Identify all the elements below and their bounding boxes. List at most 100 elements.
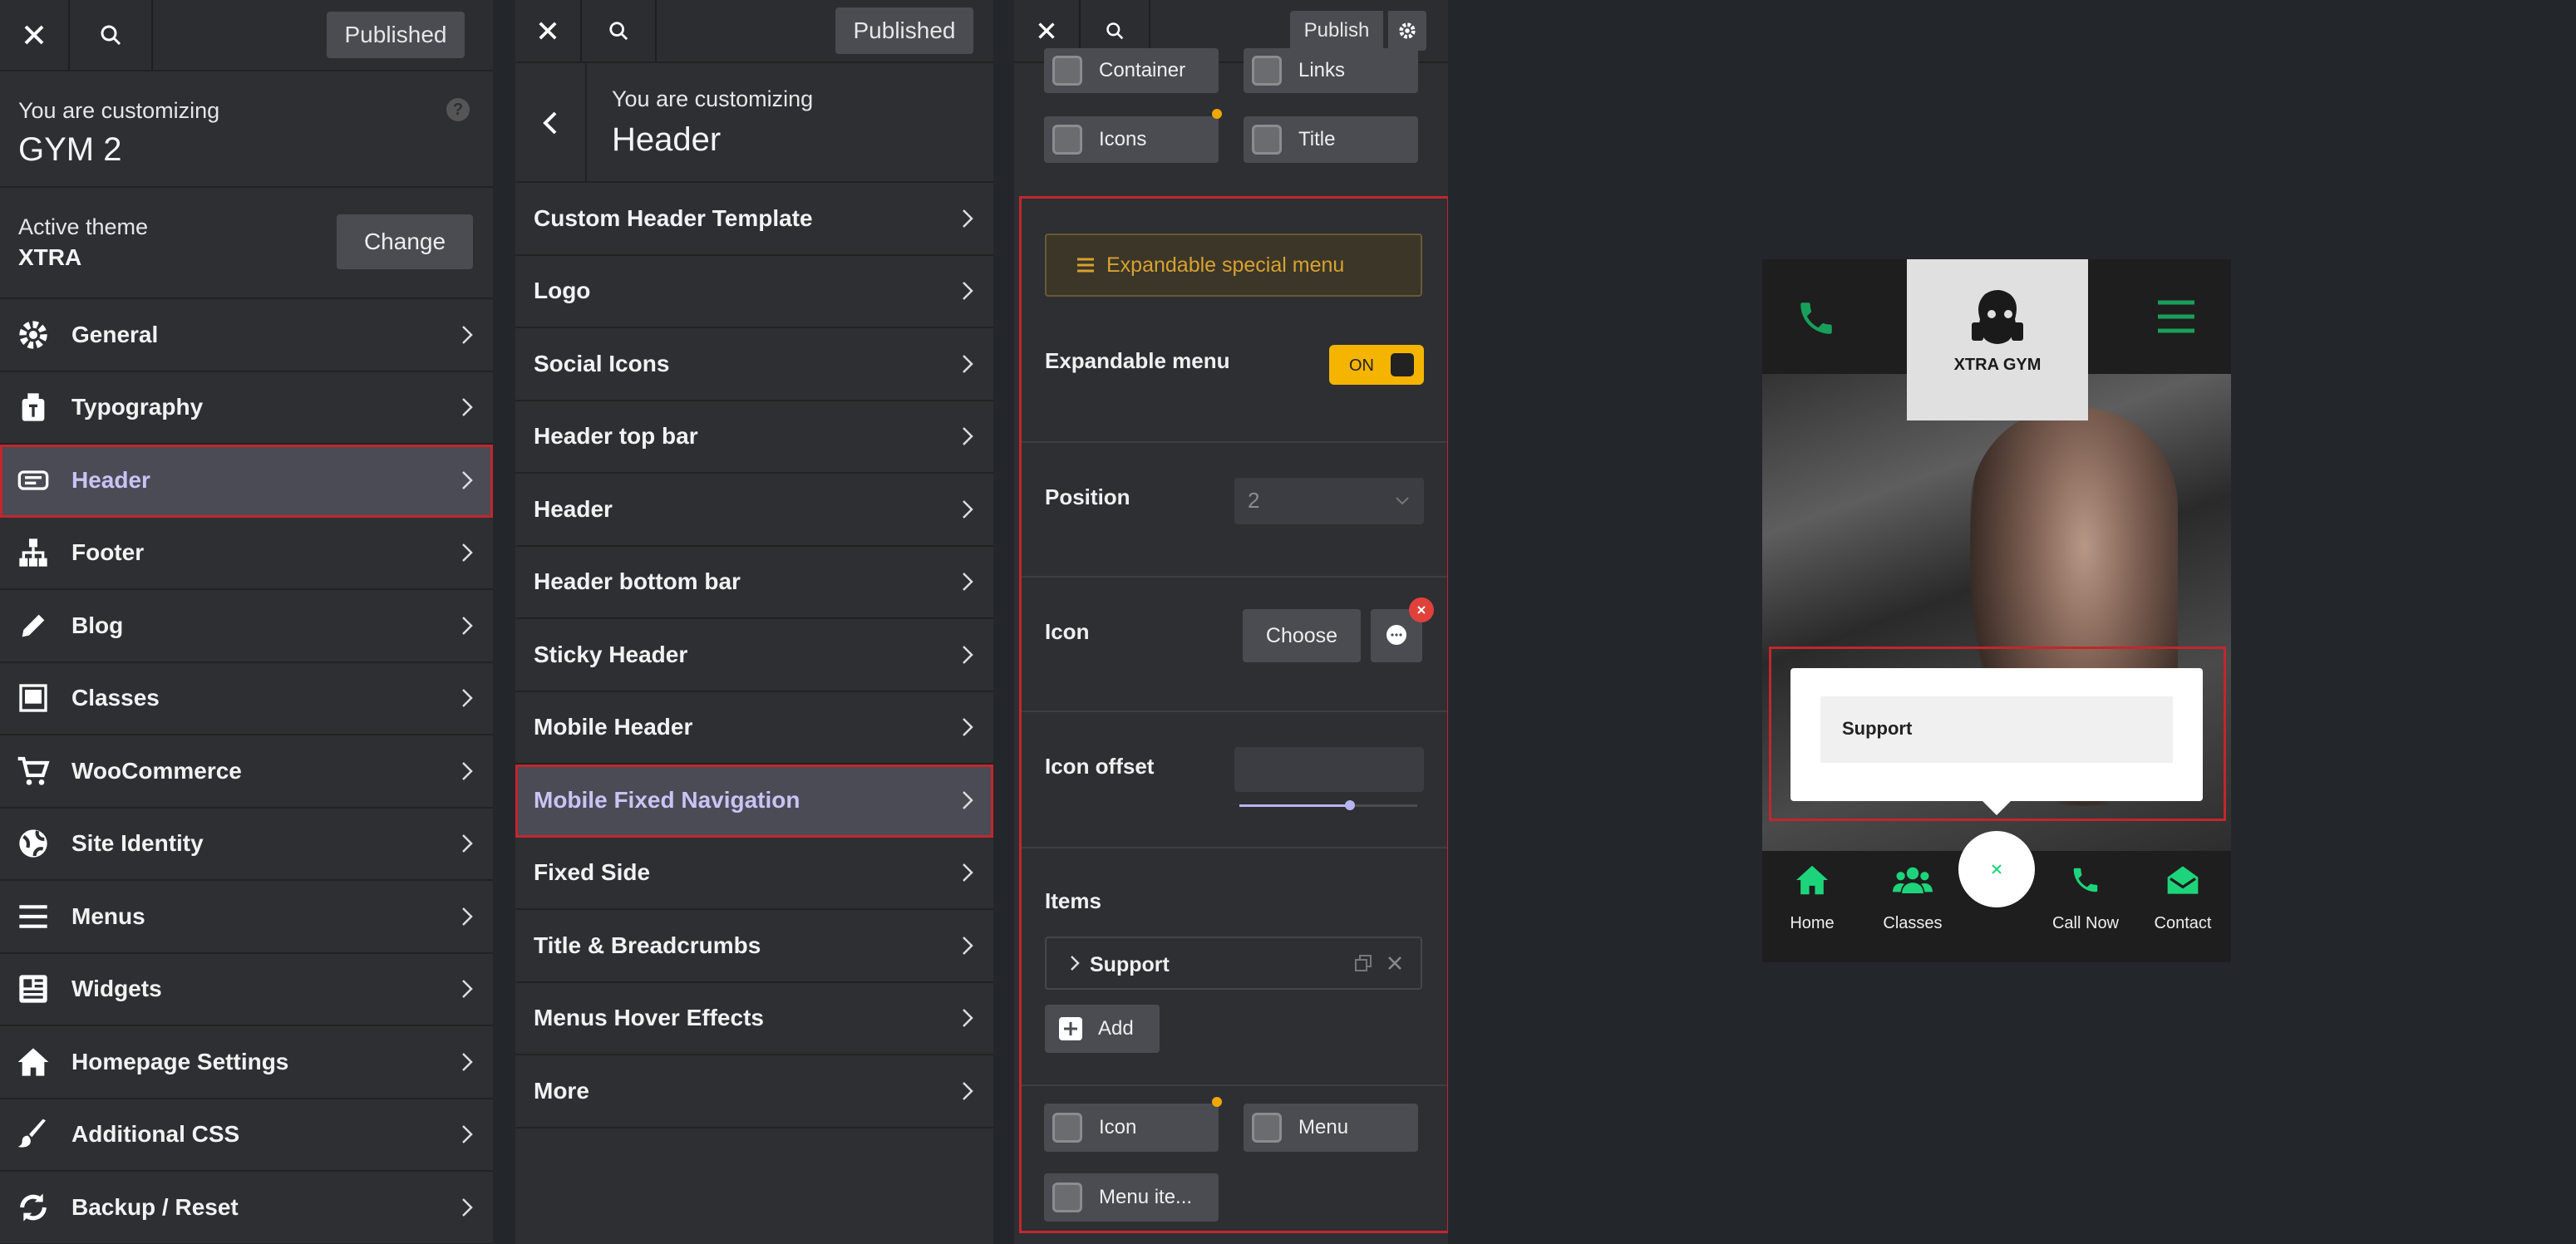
subsection-item-sticky-header[interactable]: Sticky Header <box>515 619 993 692</box>
section-item-menus[interactable]: Menus <box>0 881 493 954</box>
subsection-item-mobile-header[interactable]: Mobile Header <box>515 692 993 765</box>
nav-contact[interactable]: Contact <box>2141 864 2224 933</box>
fab-close-button[interactable] <box>1958 831 2035 907</box>
subsection-item-fixed-side[interactable]: Fixed Side <box>515 838 993 910</box>
position-select[interactable]: 2 <box>1234 478 1424 524</box>
support-menu-item[interactable]: Support <box>1820 696 2173 763</box>
phone-icon[interactable] <box>1795 297 1837 339</box>
subsection-item-header-bottom-bar[interactable]: Header bottom bar <box>515 547 993 619</box>
section-item-site-identity[interactable]: Site Identity <box>0 809 493 881</box>
chevron-wrap <box>461 470 473 490</box>
chevron-right-icon <box>963 936 973 955</box>
menu-checkbox[interactable]: Menu <box>1244 1104 1418 1152</box>
logo-box[interactable]: XTRA GYM <box>1907 259 2088 420</box>
nav-classes[interactable]: Classes <box>1867 864 1958 933</box>
container-checkbox[interactable]: Container <box>1044 48 1219 93</box>
change-theme-button[interactable]: Change <box>337 214 473 269</box>
section-item-additional-css[interactable]: Additional CSS <box>0 1099 493 1172</box>
help-icon[interactable]: ? <box>446 98 470 121</box>
menu-lines-icon <box>1077 258 1094 273</box>
icon-offset-slider[interactable] <box>1239 799 1417 812</box>
highlighted-settings-group: Expandable special menu Expandable menu … <box>1019 196 1448 1233</box>
section-item-typography[interactable]: Typography <box>0 372 493 445</box>
item-name: Support <box>1090 953 1170 976</box>
chevron-left-icon <box>543 111 557 135</box>
chevron-right-icon <box>462 470 473 489</box>
chevron-right-icon <box>462 834 473 853</box>
mobile-preview: XTRA GYM Support Home Classes Call Now C… <box>1762 259 2231 962</box>
expandable-menu-toggle[interactable]: ON <box>1329 345 1424 385</box>
container-label: Container <box>1099 59 1186 81</box>
add-item-button[interactable]: Add <box>1045 1005 1160 1053</box>
cart-icon <box>17 756 50 785</box>
subsection-item-custom-header-template[interactable]: Custom Header Template <box>515 183 993 256</box>
chevron-wrap <box>962 426 973 446</box>
site-name: GYM 2 <box>18 131 122 168</box>
icon-checkbox[interactable]: Icon <box>1044 1104 1219 1152</box>
menu-items-checkbox[interactable]: Menu ite... <box>1044 1173 1219 1222</box>
slider-handle[interactable] <box>1344 800 1355 810</box>
subsection-item-logo[interactable]: Logo <box>515 256 993 328</box>
title-checkbox[interactable]: Title <box>1244 116 1418 163</box>
subsection-item-header[interactable]: Header <box>515 474 993 547</box>
links-checkbox[interactable]: Links <box>1244 48 1418 93</box>
section-item-homepage-settings[interactable]: Homepage Settings <box>0 1026 493 1099</box>
item-row-support[interactable]: Support <box>1045 937 1422 990</box>
section-item-label: Backup / Reset <box>71 1193 239 1220</box>
section-list: General Typography Header Footer Blog Classes… <box>0 299 493 1244</box>
add-label: Add <box>1098 1017 1134 1040</box>
close-icon <box>24 25 44 45</box>
icon-offset-input[interactable] <box>1234 747 1424 792</box>
section-item-label: Blog <box>71 612 124 638</box>
subsection-item-more[interactable]: More <box>515 1055 993 1128</box>
settings-button[interactable] <box>1387 11 1426 51</box>
chevron-right-icon <box>462 980 473 999</box>
section-item-classes[interactable]: Classes <box>0 663 493 735</box>
search-button[interactable] <box>582 0 657 62</box>
choose-icon-button[interactable]: Choose <box>1243 609 1361 662</box>
published-button[interactable]: Published <box>327 12 465 58</box>
close-icon[interactable] <box>1387 956 1402 971</box>
section-header: You are customizing Header <box>515 63 993 183</box>
subsection-item-mobile-fixed-navigation[interactable]: Mobile Fixed Navigation <box>515 765 993 838</box>
chevron-right-icon <box>462 325 473 344</box>
chevron-right-icon <box>462 1125 473 1144</box>
chevron-right-icon <box>462 1052 473 1071</box>
section-item-backup-reset[interactable]: Backup / Reset <box>0 1172 493 1244</box>
toggle-knob <box>1391 353 1414 376</box>
icons-checkbox[interactable]: Icons <box>1044 116 1219 163</box>
chevron-right-icon <box>963 209 973 228</box>
published-button[interactable]: Published <box>835 7 973 54</box>
back-button[interactable] <box>515 63 587 183</box>
users-icon <box>1893 867 1933 893</box>
special-menu-label: Expandable special menu <box>1106 253 1345 277</box>
hamburger-icon[interactable] <box>2156 299 2196 334</box>
chevron-right-icon <box>462 543 473 563</box>
chevron-wrap <box>962 1008 973 1028</box>
remove-icon-button[interactable] <box>1409 597 1434 622</box>
subsection-item-menus-hover-effects[interactable]: Menus Hover Effects <box>515 983 993 1055</box>
chevron-right-icon <box>963 790 973 809</box>
customizer-panel-main: Published You are customizing GYM 2 ? Ac… <box>0 0 493 1244</box>
subsection-item-social-icons[interactable]: Social Icons <box>515 328 993 401</box>
section-item-widgets[interactable]: Widgets <box>0 954 493 1026</box>
subsection-item-title-breadcrumbs[interactable]: Title & Breadcrumbs <box>515 910 993 983</box>
chevron-right-icon <box>462 689 473 708</box>
chevron-wrap <box>461 616 473 636</box>
close-button[interactable] <box>515 0 582 62</box>
section-item-label: Homepage Settings <box>71 1048 289 1074</box>
section-item-general[interactable]: General <box>0 299 493 372</box>
close-button[interactable] <box>0 0 70 71</box>
search-button[interactable] <box>70 0 153 71</box>
chevron-wrap <box>461 543 473 563</box>
nav-call-now[interactable]: Call Now <box>2040 864 2131 933</box>
search-icon <box>1106 22 1124 40</box>
nav-home[interactable]: Home <box>1771 864 1854 933</box>
duplicate-icon[interactable] <box>1354 954 1372 972</box>
section-item-woocommerce[interactable]: WooCommerce <box>0 735 493 809</box>
section-item-header[interactable]: Header <box>0 445 493 518</box>
section-item-footer[interactable]: Footer <box>0 518 493 590</box>
subsection-item-header-top-bar[interactable]: Header top bar <box>515 401 993 474</box>
publish-button[interactable]: Publish <box>1290 11 1383 51</box>
section-item-blog[interactable]: Blog <box>0 590 493 663</box>
